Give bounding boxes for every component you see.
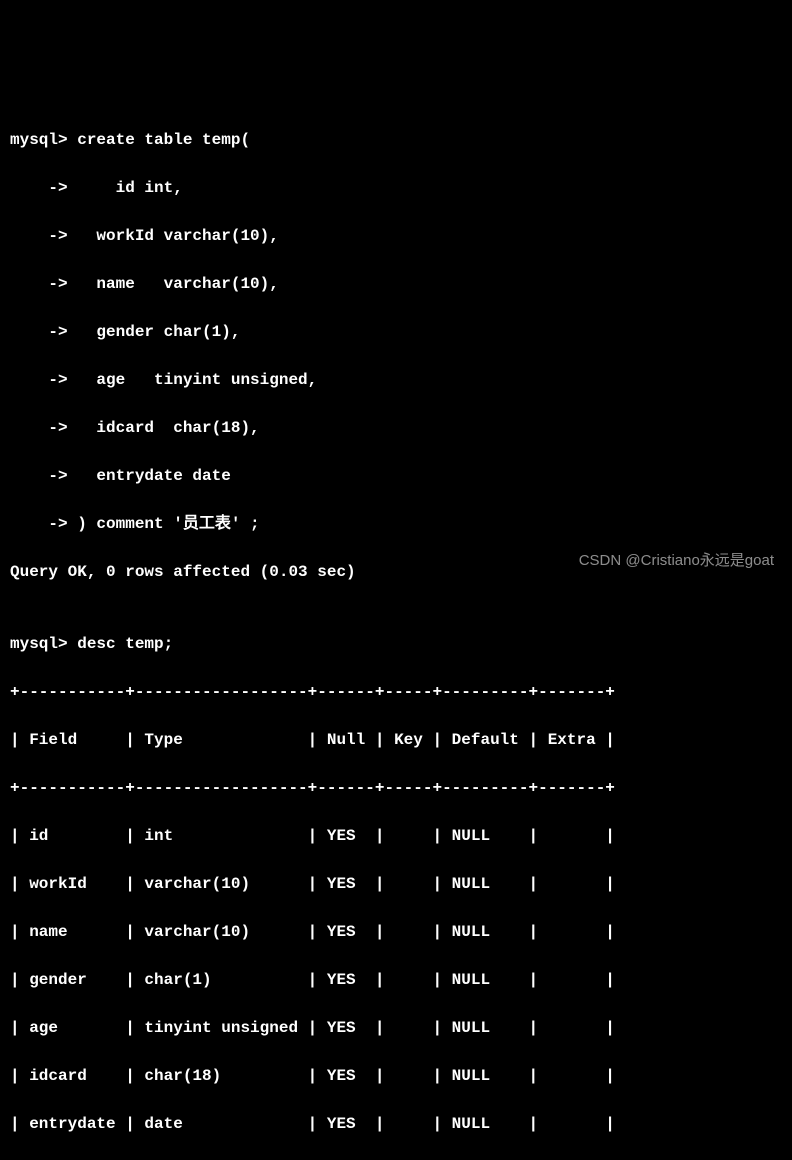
table-row: | workId | varchar(10) | YES | | NULL | …: [10, 872, 782, 896]
table-row: | age | tinyint unsigned | YES | | NULL …: [10, 1016, 782, 1040]
sql-line: -> name varchar(10),: [10, 272, 782, 296]
table-header: | Field | Type | Null | Key | Default | …: [10, 728, 782, 752]
table-border: +-----------+------------------+------+-…: [10, 680, 782, 704]
table-row: | entrydate | date | YES | | NULL | |: [10, 1112, 782, 1136]
table-row: | gender | char(1) | YES | | NULL | |: [10, 968, 782, 992]
table-row: | idcard | char(18) | YES | | NULL | |: [10, 1064, 782, 1088]
sql-line: -> age tinyint unsigned,: [10, 368, 782, 392]
table-row: | id | int | YES | | NULL | |: [10, 824, 782, 848]
watermark: CSDN @Cristiano永远是goat: [579, 550, 774, 573]
table-border: +-----------+------------------+------+-…: [10, 776, 782, 800]
sql-line: mysql> create table temp(: [10, 128, 782, 152]
sql-line: -> idcard char(18),: [10, 416, 782, 440]
sql-line: -> entrydate date: [10, 464, 782, 488]
sql-line: -> ) comment '员工表' ;: [10, 512, 782, 536]
sql-line: -> gender char(1),: [10, 320, 782, 344]
table-row: | name | varchar(10) | YES | | NULL | |: [10, 920, 782, 944]
sql-line: mysql> desc temp;: [10, 632, 782, 656]
terminal-output: mysql> create table temp( -> id int, -> …: [10, 104, 782, 1160]
sql-line: -> workId varchar(10),: [10, 224, 782, 248]
sql-line: -> id int,: [10, 176, 782, 200]
